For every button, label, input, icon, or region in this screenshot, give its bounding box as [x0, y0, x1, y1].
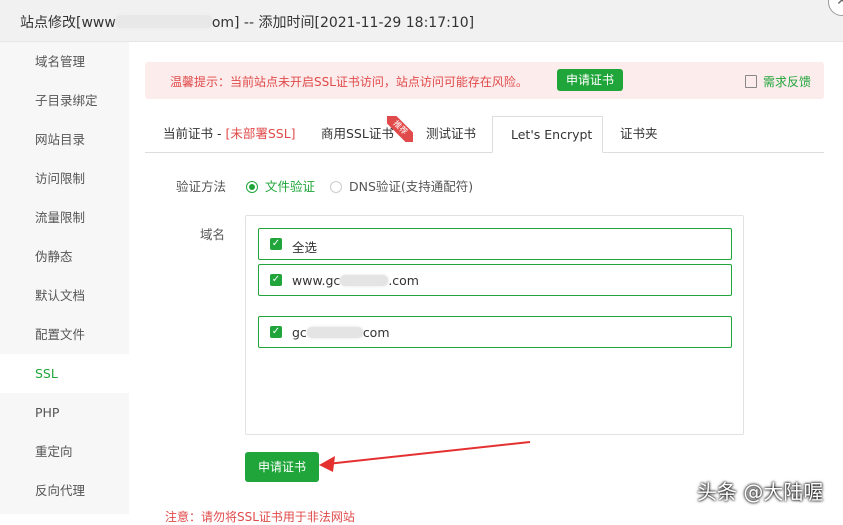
- feedback-label: 需求反馈: [763, 75, 812, 89]
- select-all-label: 全选: [292, 240, 318, 255]
- domain-www-label: www.gc .com: [292, 273, 419, 288]
- recommend-ribbon: 推荐: [387, 116, 413, 142]
- sidebar-item-default-doc[interactable]: 默认文档: [0, 276, 129, 315]
- domain-root-label: gc com: [292, 325, 390, 340]
- checkbox-checked-icon: ✓: [270, 326, 282, 338]
- window-titlebar: 站点修改[www om] -- 添加时间[2021-11-29 18:17:10]: [0, 0, 843, 42]
- window-title: 站点修改[www om] -- 添加时间[2021-11-29 18:17:10]: [20, 12, 474, 32]
- verify-method-label: 验证方法: [176, 179, 227, 194]
- radio-unchecked-icon: [330, 181, 342, 193]
- title-suffix: om] -- 添加时间[2021-11-29 18:17:10]: [211, 15, 475, 31]
- sidebar-item-site-dir[interactable]: 网站目录: [0, 120, 129, 159]
- alert-apply-button[interactable]: 申请证书: [557, 69, 623, 91]
- file-verify-label: 文件验证: [265, 179, 316, 194]
- tab-current-cert-status: [未部署SSL]: [225, 126, 296, 141]
- checkbox-checked-icon: ✓: [270, 274, 282, 286]
- domain-root-suffix: com: [362, 325, 390, 340]
- redacted-mask: [306, 327, 363, 338]
- title-prefix: 站点修改[www: [20, 15, 116, 31]
- checkbox-select-all[interactable]: ✓ 全选: [258, 228, 732, 260]
- ssl-warning-alert: 温馨提示：当前站点未开启SSL证书访问，站点访问可能存在风险。 申请证书 需求反…: [145, 62, 824, 99]
- domain-root-prefix: gc: [292, 325, 307, 340]
- tab-current-cert-label: 当前证书 -: [163, 126, 226, 141]
- domain-www-suffix: .com: [388, 273, 419, 288]
- main-panel: 温馨提示：当前站点未开启SSL证书访问，站点访问可能存在风险。 申请证书 需求反…: [145, 42, 825, 524]
- sidebar-item-rewrite[interactable]: 伪静态: [0, 237, 129, 276]
- sidebar-item-access-limit[interactable]: 访问限制: [0, 159, 129, 198]
- domain-www-prefix: www.gc: [292, 273, 341, 288]
- tab-commercial-ssl[interactable]: 商用SSL证书: [321, 116, 394, 152]
- sidebar-item-subdir[interactable]: 子目录绑定: [0, 81, 129, 120]
- sidebar-item-php[interactable]: PHP: [0, 393, 129, 432]
- redacted-mask: [115, 15, 212, 28]
- checkbox-domain-www[interactable]: ✓ www.gc .com: [258, 264, 732, 296]
- radio-file-verify[interactable]: 文件验证: [246, 176, 315, 195]
- tab-cert-folder[interactable]: 证书夹: [620, 116, 658, 152]
- checkbox-domain-root[interactable]: ✓ gc com: [258, 316, 732, 348]
- apply-cert-button[interactable]: 申请证书: [245, 452, 319, 482]
- ribbon-label: 推荐: [387, 116, 413, 142]
- annotation-arrow-icon: [319, 441, 531, 472]
- alert-text: 温馨提示：当前站点未开启SSL证书访问，站点访问可能存在风险。: [170, 75, 528, 89]
- watermark: 头条 @大陆喔: [697, 480, 824, 504]
- domain-list-box: ✓ 全选 ✓ www.gc .com ✓ gc com: [245, 215, 744, 435]
- tab-test-cert[interactable]: 测试证书: [426, 116, 476, 152]
- edit-icon: [745, 75, 757, 88]
- sidebar-item-ssl[interactable]: SSL: [0, 354, 129, 393]
- redacted-mask: [340, 275, 389, 286]
- dns-verify-label: DNS验证(支持通配符): [349, 179, 474, 194]
- sidebar-item-domain[interactable]: 域名管理: [0, 42, 129, 81]
- domain-label: 域名: [200, 227, 226, 242]
- checkbox-checked-icon: ✓: [270, 238, 282, 250]
- feedback-link[interactable]: 需求反馈: [745, 73, 811, 90]
- sidebar-item-redirect[interactable]: 重定向: [0, 432, 129, 471]
- radio-checked-icon: [246, 181, 258, 193]
- tab-letsencrypt[interactable]: Let's Encrypt: [492, 116, 603, 153]
- sidebar-item-traffic-limit[interactable]: 流量限制: [0, 198, 129, 237]
- sidebar: 域名管理 子目录绑定 网站目录 访问限制 流量限制 伪静态 默认文档 配置文件 …: [0, 42, 129, 514]
- tab-current-cert[interactable]: 当前证书 - [未部署SSL]: [163, 116, 296, 152]
- radio-dns-verify[interactable]: DNS验证(支持通配符): [330, 176, 473, 195]
- sidebar-item-config[interactable]: 配置文件: [0, 315, 129, 354]
- ssl-tabs: 当前证书 - [未部署SSL] 商用SSL证书 测试证书 Let's Encry…: [145, 116, 824, 153]
- sidebar-item-reverse-proxy[interactable]: 反向代理: [0, 471, 129, 510]
- notice-text: 注意：请勿将SSL证书用于非法网站: [165, 510, 355, 524]
